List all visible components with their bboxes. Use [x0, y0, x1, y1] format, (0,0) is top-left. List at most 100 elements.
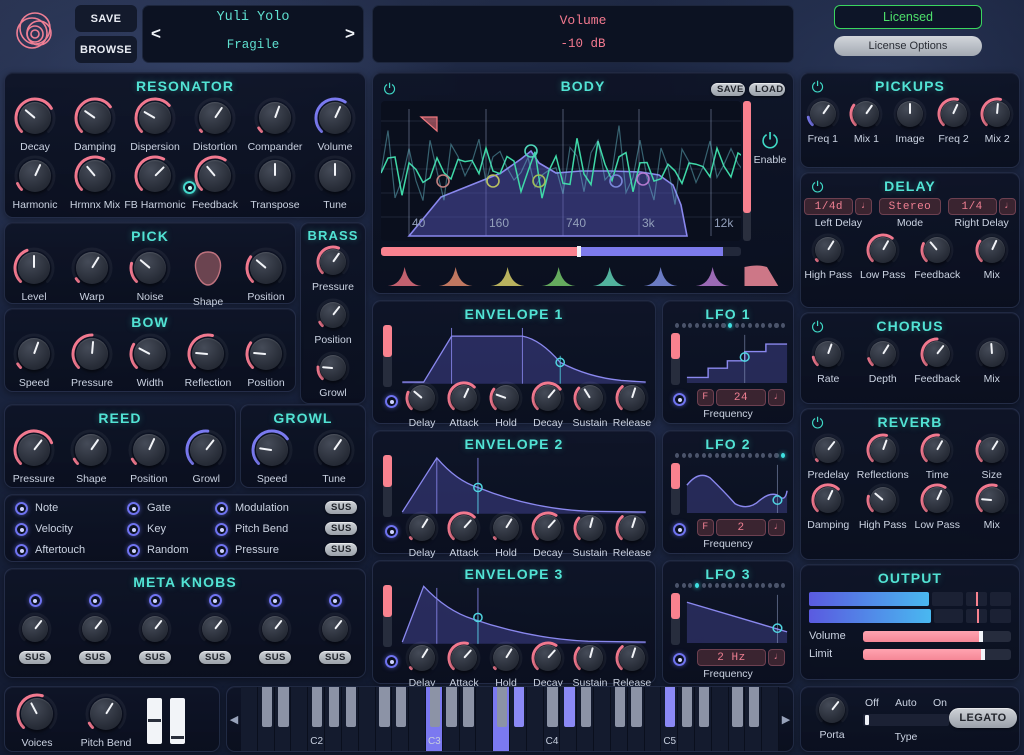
resonator-dispersion-knob[interactable] [134, 97, 176, 139]
lfo-2-level-meter[interactable] [671, 463, 680, 515]
body-filter-shape-1[interactable] [381, 261, 428, 287]
lfo-3-value[interactable]: 2 Hz [697, 649, 766, 666]
mod-source-velocity[interactable]: Velocity [15, 523, 73, 536]
body-filter-shape-7[interactable] [689, 261, 736, 287]
reverb-size-knob[interactable] [975, 433, 1009, 467]
mod-source-aftertouch[interactable]: Aftertouch [15, 544, 85, 557]
envelope-2-mod-dot[interactable] [385, 525, 398, 538]
reverb-reflections-knob[interactable] [866, 433, 900, 467]
meta-knob-mod-dot[interactable] [149, 594, 162, 607]
keyboard-scroll-right-icon[interactable]: ▶ [779, 687, 793, 751]
chorus-mix-knob[interactable] [975, 337, 1009, 371]
piano-white-key[interactable] [241, 687, 258, 751]
mod-source-random[interactable]: Random [127, 544, 189, 557]
pitch-wheel[interactable] [170, 698, 185, 744]
body-save-button[interactable]: SAVE [711, 83, 745, 96]
delay-right-note-icon[interactable]: ♩ [999, 198, 1016, 215]
meta-knob-sus-badge[interactable]: SUS [19, 651, 51, 664]
envelope-1-mod-dot[interactable] [385, 395, 398, 408]
mod-source-gate[interactable]: Gate [127, 502, 171, 515]
lfo-2-step-dot[interactable] [708, 453, 712, 458]
meta-knob-mod-dot[interactable] [209, 594, 222, 607]
mod-source-key[interactable]: Key [127, 523, 166, 536]
body-enable-meter[interactable] [743, 101, 751, 241]
lfo-1-step-dot[interactable] [688, 323, 692, 328]
pick-warp-knob[interactable] [71, 247, 113, 289]
porta-knob[interactable] [815, 693, 849, 727]
lfo-2-step-dot[interactable] [781, 453, 785, 458]
piano-black-key[interactable] [278, 687, 288, 727]
mod-source-radio[interactable] [15, 544, 28, 557]
resonator-harmonic-knob[interactable] [14, 155, 56, 197]
lfo-1-step-dot[interactable] [768, 323, 772, 328]
piano-white-key[interactable] [762, 687, 779, 751]
mod-source-note[interactable]: Note [15, 502, 58, 515]
piano-white-key[interactable] [712, 687, 729, 751]
envelope-3-sustain-knob[interactable] [573, 641, 607, 675]
reed-position-knob[interactable] [128, 429, 170, 471]
envelope-2-hold-knob[interactable] [489, 511, 523, 545]
meta-knob-sus-badge[interactable]: SUS [319, 651, 351, 664]
resonator-decay-knob[interactable] [14, 97, 56, 139]
preset-name[interactable]: Yuli Yolo [173, 10, 333, 25]
lfo-3-step-dot[interactable] [755, 583, 759, 588]
growl-tune-knob[interactable] [313, 429, 355, 471]
envelope-2-decay-knob[interactable] [531, 511, 565, 545]
preset-prev-button[interactable]: < [143, 6, 169, 62]
lfo-1-step-dot[interactable] [741, 323, 745, 328]
envelope-3-level-meter[interactable] [383, 585, 392, 647]
mod-sus-badge[interactable]: SUS [325, 522, 357, 535]
piano-black-key[interactable] [312, 687, 322, 727]
meta-knob-4[interactable] [198, 612, 232, 646]
reed-growl-knob[interactable] [185, 429, 227, 471]
meta-knob-mod-dot[interactable] [29, 594, 42, 607]
mod-source-radio[interactable] [127, 523, 140, 536]
lfo-2-mod-dot[interactable] [673, 523, 686, 536]
piano-black-key[interactable] [446, 687, 456, 727]
pickups-power-icon[interactable]: ⏻ [809, 79, 826, 96]
reverb-mix-knob[interactable] [975, 483, 1009, 517]
envelope-3-hold-knob[interactable] [489, 641, 523, 675]
envelope-3-graph[interactable] [399, 583, 649, 647]
lfo-3-graph[interactable] [685, 593, 789, 643]
porta-option-auto[interactable]: Auto [895, 697, 917, 709]
piano-white-key[interactable] [359, 687, 376, 751]
pickups-freq-1-knob[interactable] [806, 97, 840, 131]
lfo-1-mod-dot[interactable] [673, 393, 686, 406]
lfo-1-step-dot[interactable] [735, 323, 739, 328]
chorus-rate-knob[interactable] [811, 337, 845, 371]
lfo-1-step-dot[interactable] [695, 323, 699, 328]
resonator-fb-harmonic-knob[interactable] [134, 155, 176, 197]
meta-knob-sus-badge[interactable]: SUS [79, 651, 111, 664]
lfo-2-step-dot[interactable] [688, 453, 692, 458]
lfo-3-step-dot[interactable] [721, 583, 725, 588]
pick-level-knob[interactable] [13, 247, 55, 289]
envelope-1-release-knob[interactable] [615, 381, 649, 415]
lfo-1-step-dot[interactable] [748, 323, 752, 328]
envelope-3-mod-dot[interactable] [385, 655, 398, 668]
mod-source-radio[interactable] [15, 502, 28, 515]
body-power-icon[interactable]: ⏻ [381, 81, 398, 98]
body-filter-shape-8[interactable] [740, 261, 787, 287]
meta-knob-sus-badge[interactable]: SUS [139, 651, 171, 664]
reverb-time-knob[interactable] [920, 433, 954, 467]
lfo-1-step-dot[interactable] [682, 323, 686, 328]
lfo-2-step-dot[interactable] [721, 453, 725, 458]
lfo-1-graph[interactable] [685, 333, 789, 383]
envelope-2-sustain-knob[interactable] [573, 511, 607, 545]
pickups-image-knob[interactable] [893, 97, 927, 131]
envelope-1-graph[interactable] [399, 323, 649, 387]
piano-white-key[interactable] [594, 687, 611, 751]
lfo-2-note-icon[interactable]: ♩ [768, 519, 785, 536]
piano-black-key[interactable] [615, 687, 625, 727]
lfo-2-value[interactable]: 2 [716, 519, 766, 536]
lfo-2-step-dot[interactable] [741, 453, 745, 458]
resonator-compander-knob[interactable] [254, 97, 296, 139]
brass-growl-knob[interactable] [316, 351, 350, 385]
lfo-3-step-dot[interactable] [682, 583, 686, 588]
output-slider-track[interactable] [863, 631, 1011, 642]
lfo-2-step-dot[interactable] [728, 453, 732, 458]
lfo-2-graph[interactable] [685, 463, 789, 513]
lfo-1-step-dot[interactable] [721, 323, 725, 328]
legato-button[interactable]: LEGATO [949, 708, 1016, 728]
